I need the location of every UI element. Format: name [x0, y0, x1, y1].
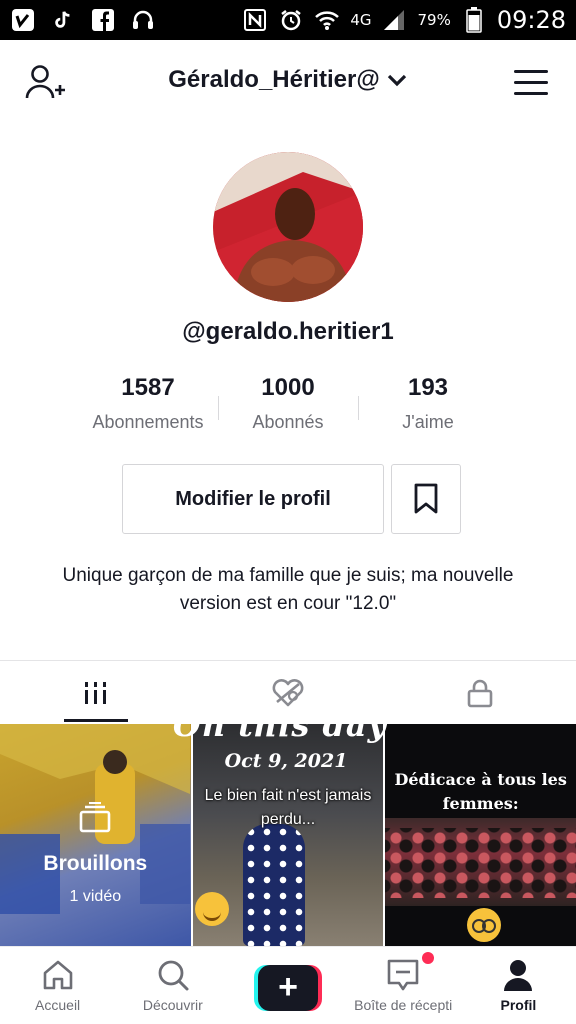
stat-followers[interactable]: 1000 Abonnés: [218, 374, 358, 433]
home-icon: [43, 960, 72, 990]
drafts-count: 1 vidéo: [69, 888, 122, 905]
chevron-down-icon: [387, 74, 406, 87]
grid-icon: [85, 681, 106, 704]
profile-header: Géraldo_Héritier@: [0, 40, 576, 124]
nav-inbox[interactable]: Boîte de récepti: [346, 947, 461, 1024]
bookmark-icon: [414, 483, 438, 514]
nerd-emoji-icon: [467, 908, 502, 942]
profile-bio: Unique garçon de ma famille que je suis;…: [62, 565, 514, 614]
drafts-icon: [78, 801, 112, 834]
avatar[interactable]: [213, 152, 363, 302]
stat-label: Abonnés: [252, 412, 324, 432]
nav-label: Accueil: [35, 997, 81, 1013]
drafts-tile[interactable]: Brouillons 1 vidéo: [0, 724, 191, 946]
profile-handle: @geraldo.heritier1: [182, 318, 394, 345]
nav-discover[interactable]: Découvrir: [115, 947, 230, 1024]
video-thumbnail: [242, 824, 305, 946]
inbox-icon: [387, 959, 419, 991]
vimeo-icon: [10, 7, 36, 33]
facebook-icon: [90, 7, 116, 33]
on-this-day-title: On this day: [172, 706, 388, 744]
search-icon: [158, 960, 189, 991]
on-this-day-date: Oct 9, 2021: [224, 750, 348, 772]
stat-value: 1587: [121, 374, 175, 401]
edit-profile-button[interactable]: Modifier le profil: [122, 464, 384, 534]
account-switcher[interactable]: Géraldo_Héritier@: [0, 66, 576, 94]
liked-heart-icon: [272, 678, 304, 706]
wifi-icon: [314, 7, 340, 33]
clock: 09:28: [496, 6, 566, 34]
tiktok-icon: [50, 7, 76, 33]
username: Géraldo_Héritier@: [168, 66, 380, 93]
hamburger-menu-icon[interactable]: [514, 70, 548, 96]
nav-home[interactable]: Accueil: [0, 947, 115, 1024]
bottom-navigation: Accueil Découvrir + Boîte de récepti Pro…: [0, 946, 576, 1024]
video-tile[interactable]: Dédicace à tous les femmes:: [385, 724, 576, 946]
stat-label: J'aime: [402, 412, 454, 432]
battery-icon: [461, 7, 487, 33]
stat-value: 1000: [261, 374, 315, 401]
video-caption: Dédicace à tous les femmes:: [394, 770, 567, 813]
profile-icon: [504, 960, 533, 991]
inbox-notification-dot: [422, 952, 434, 964]
drafts-thumbnail: [0, 724, 190, 914]
nav-label: Profil: [500, 997, 537, 1013]
signal-icon: [381, 7, 407, 33]
stat-label: Abonnements: [92, 412, 204, 432]
video-thumbnail: [385, 818, 576, 906]
stat-following[interactable]: 1587 Abonnements: [78, 374, 218, 433]
network-type: 4G: [350, 11, 372, 29]
nav-label: Boîte de récepti: [354, 997, 453, 1013]
drafts-title: Brouillons: [43, 852, 148, 875]
nfc-icon: [242, 7, 268, 33]
status-bar: 4G 79% 09:28: [0, 0, 576, 40]
nav-profile[interactable]: Profil: [461, 947, 576, 1024]
lock-icon: [467, 679, 493, 707]
bookmark-button[interactable]: [391, 464, 461, 534]
headset-icon: [130, 7, 156, 33]
battery-percent: 79%: [417, 11, 451, 29]
video-caption: Le bien fait n'est jamais perdu...: [204, 787, 372, 828]
alarm-icon: [278, 7, 304, 33]
smiling-emoji-icon: [194, 892, 229, 926]
stat-likes[interactable]: 193 J'aime: [358, 374, 498, 433]
plus-icon: +: [254, 965, 322, 1011]
nav-label: Découvrir: [142, 997, 203, 1013]
profile-stats: 1587 Abonnements 1000 Abonnés 193 J'aime: [78, 374, 498, 433]
nav-create[interactable]: +: [230, 947, 345, 1024]
stat-value: 193: [407, 374, 449, 401]
